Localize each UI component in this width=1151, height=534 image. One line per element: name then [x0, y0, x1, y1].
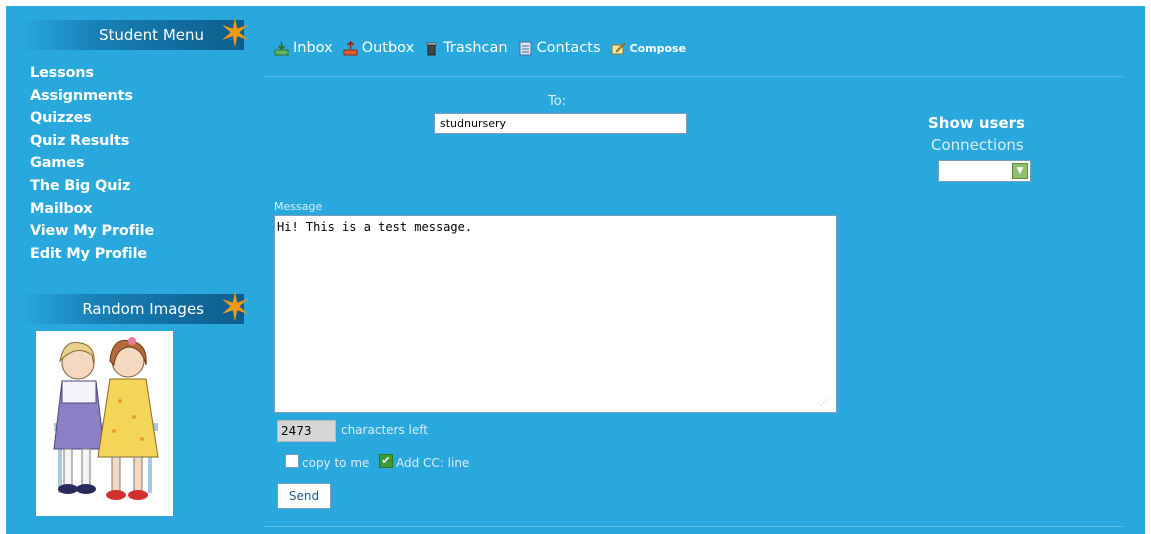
- starfish-icon: ✶: [218, 285, 252, 331]
- message-label: Message: [274, 200, 323, 213]
- menu-item-view-profile[interactable]: View My Profile: [30, 220, 154, 243]
- menu-item-lessons[interactable]: Lessons: [30, 62, 154, 85]
- send-button[interactable]: Send: [277, 483, 331, 509]
- menu-item-quiz-results[interactable]: Quiz Results: [30, 130, 154, 153]
- menu-item-quizzes[interactable]: Quizzes: [30, 107, 154, 130]
- divider-bottom: [264, 526, 1123, 527]
- nav-outbox-label: Outbox: [361, 40, 415, 56]
- menu-item-mailbox[interactable]: Mailbox: [30, 198, 154, 221]
- connections-label: Connections: [931, 136, 1024, 154]
- to-label: To:: [548, 94, 567, 109]
- characters-left-label: characters left: [341, 423, 428, 437]
- nav-inbox-label: Inbox: [293, 40, 333, 56]
- nav-inbox[interactable]: Inbox: [274, 40, 333, 56]
- divider-top: [264, 76, 1123, 77]
- add-cc-checkbox[interactable]: ✔: [379, 454, 393, 468]
- nav-contacts[interactable]: Contacts: [518, 40, 601, 56]
- nav-contacts-label: Contacts: [536, 40, 601, 56]
- compose-icon: [611, 42, 625, 54]
- starfish-icon: ✶: [218, 11, 252, 57]
- copy-to-me-label[interactable]: copy to me: [302, 456, 369, 470]
- message-textarea[interactable]: Hi! This is a test message.: [274, 215, 837, 413]
- menu-item-assignments[interactable]: Assignments: [30, 85, 154, 108]
- nav-trashcan-label: Trashcan: [443, 40, 508, 56]
- two-girls-illustration: [53, 337, 159, 500]
- nav-trashcan[interactable]: Trashcan: [424, 40, 508, 56]
- show-users-heading: Show users: [928, 114, 1025, 132]
- characters-left-counter: 2473: [277, 420, 336, 442]
- nav-outbox[interactable]: Outbox: [343, 40, 415, 56]
- menu-item-edit-profile[interactable]: Edit My Profile: [30, 243, 154, 266]
- menu-item-big-quiz[interactable]: The Big Quiz: [30, 175, 154, 198]
- student-menu-title: Student Menu: [99, 26, 204, 44]
- resize-grip-icon[interactable]: ⋰: [820, 398, 828, 407]
- random-images-header: Random Images ✶: [20, 288, 252, 328]
- student-menu-header: Student Menu ✶: [20, 14, 252, 54]
- nav-compose[interactable]: Compose: [611, 41, 687, 56]
- to-input[interactable]: [434, 113, 687, 134]
- random-images-title: Random Images: [82, 300, 204, 318]
- add-cc-label[interactable]: Add CC: line: [396, 456, 469, 470]
- mailbox-nav: Inbox Outbox Trashcan Contacts Compose: [274, 36, 686, 60]
- menu-item-games[interactable]: Games: [30, 152, 154, 175]
- outbox-icon: [343, 40, 358, 55]
- random-image: [36, 331, 173, 516]
- trashcan-icon: [426, 42, 437, 55]
- page-frame: Student Menu ✶ Lessons Assignments Quizz…: [6, 6, 1145, 534]
- nav-compose-label: Compose: [629, 41, 687, 55]
- student-menu: Lessons Assignments Quizzes Quiz Results…: [30, 62, 154, 265]
- contacts-icon: [519, 41, 532, 55]
- connections-dropdown[interactable]: ▼: [938, 160, 1031, 182]
- inbox-icon: [274, 41, 289, 55]
- copy-to-me-checkbox[interactable]: [285, 454, 299, 468]
- chevron-down-icon[interactable]: ▼: [1012, 163, 1028, 179]
